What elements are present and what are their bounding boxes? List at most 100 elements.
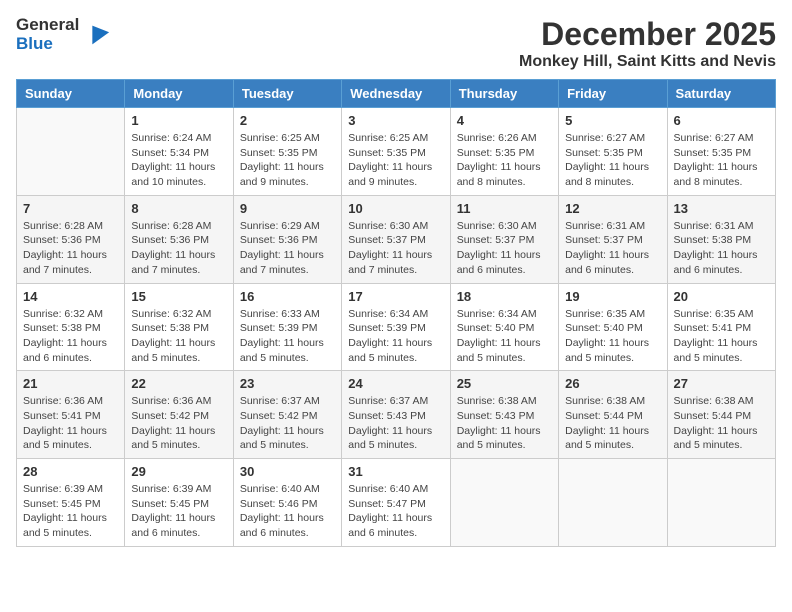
day-number: 16 bbox=[240, 289, 335, 304]
day-info: Sunrise: 6:39 AM Sunset: 5:45 PM Dayligh… bbox=[23, 482, 118, 541]
day-number: 17 bbox=[348, 289, 443, 304]
calendar-cell: 7 Sunrise: 6:28 AM Sunset: 5:36 PM Daylig… bbox=[17, 195, 125, 283]
day-info: Sunrise: 6:32 AM Sunset: 5:38 PM Dayligh… bbox=[131, 307, 226, 366]
calendar-cell bbox=[450, 459, 558, 547]
calendar-cell: 31Sunrise: 6:40 AM Sunset: 5:47 PM Dayli… bbox=[342, 459, 450, 547]
day-info: Sunrise: 6:35 AM Sunset: 5:41 PM Dayligh… bbox=[674, 307, 769, 366]
calendar-cell: 25 Sunrise: 6:38 AM Sunset: 5:43 PM Dayli… bbox=[450, 371, 558, 459]
day-number: 24 bbox=[348, 376, 443, 391]
day-info: Sunrise: 6:40 AM Sunset: 5:46 PM Dayligh… bbox=[240, 482, 335, 541]
day-number: 18 bbox=[457, 289, 552, 304]
day-number: 10 bbox=[348, 201, 443, 216]
month-title: December 2025 bbox=[519, 16, 776, 53]
logo-general: General bbox=[16, 16, 79, 35]
calendar-cell bbox=[667, 459, 775, 547]
day-info: Sunrise: 6:25 AM Sunset: 5:35 PM Dayligh… bbox=[240, 131, 335, 190]
day-info: Sunrise: 6:28 AM Sunset: 5:36 PM Dayligh… bbox=[23, 219, 118, 278]
logo-blue: Blue bbox=[16, 35, 79, 54]
calendar-week-row: 1 Sunrise: 6:24 AM Sunset: 5:34 PM Daylig… bbox=[17, 108, 776, 196]
day-info: Sunrise: 6:38 AM Sunset: 5:44 PM Dayligh… bbox=[565, 394, 660, 453]
calendar-cell: 26 Sunrise: 6:38 AM Sunset: 5:44 PM Dayli… bbox=[559, 371, 667, 459]
calendar-cell: 13 Sunrise: 6:31 AM Sunset: 5:38 PM Dayli… bbox=[667, 195, 775, 283]
day-number: 12 bbox=[565, 201, 660, 216]
day-info: Sunrise: 6:29 AM Sunset: 5:36 PM Dayligh… bbox=[240, 219, 335, 278]
calendar-cell: 23 Sunrise: 6:37 AM Sunset: 5:42 PM Dayli… bbox=[233, 371, 341, 459]
day-info: Sunrise: 6:34 AM Sunset: 5:40 PM Dayligh… bbox=[457, 307, 552, 366]
calendar-cell: 3 Sunrise: 6:25 AM Sunset: 5:35 PM Daylig… bbox=[342, 108, 450, 196]
day-number: 26 bbox=[565, 376, 660, 391]
calendar-cell: 29Sunrise: 6:39 AM Sunset: 5:45 PM Dayli… bbox=[125, 459, 233, 547]
day-info: Sunrise: 6:27 AM Sunset: 5:35 PM Dayligh… bbox=[674, 131, 769, 190]
day-number: 7 bbox=[23, 201, 118, 216]
calendar-cell: 30 Sunrise: 6:40 AM Sunset: 5:46 PM Dayli… bbox=[233, 459, 341, 547]
day-info: Sunrise: 6:30 AM Sunset: 5:37 PM Dayligh… bbox=[457, 219, 552, 278]
calendar-cell: 2 Sunrise: 6:25 AM Sunset: 5:35 PM Daylig… bbox=[233, 108, 341, 196]
calendar-cell: 1 Sunrise: 6:24 AM Sunset: 5:34 PM Daylig… bbox=[125, 108, 233, 196]
calendar-cell: 18 Sunrise: 6:34 AM Sunset: 5:40 PM Dayli… bbox=[450, 283, 558, 371]
day-number: 21 bbox=[23, 376, 118, 391]
day-number: 23 bbox=[240, 376, 335, 391]
calendar-cell: 12 Sunrise: 6:31 AM Sunset: 5:37 PM Dayli… bbox=[559, 195, 667, 283]
day-number: 15 bbox=[131, 289, 226, 304]
calendar-cell: 24 Sunrise: 6:37 AM Sunset: 5:43 PM Dayli… bbox=[342, 371, 450, 459]
header-saturday: Saturday bbox=[667, 80, 775, 108]
logo: General Blue bbox=[16, 16, 111, 53]
day-info: Sunrise: 6:37 AM Sunset: 5:43 PM Dayligh… bbox=[348, 394, 443, 453]
day-number: 22 bbox=[131, 376, 226, 391]
day-number: 4 bbox=[457, 113, 552, 128]
day-number: 8 bbox=[131, 201, 226, 216]
day-number: 25 bbox=[457, 376, 552, 391]
title-area: December 2025 Monkey Hill, Saint Kitts a… bbox=[519, 16, 776, 71]
day-number: 9 bbox=[240, 201, 335, 216]
calendar-table: SundayMondayTuesdayWednesdayThursdayFrid… bbox=[16, 79, 776, 547]
day-info: Sunrise: 6:38 AM Sunset: 5:43 PM Dayligh… bbox=[457, 394, 552, 453]
calendar-cell: 9 Sunrise: 6:29 AM Sunset: 5:36 PM Daylig… bbox=[233, 195, 341, 283]
day-number: 3 bbox=[348, 113, 443, 128]
calendar-cell: 20 Sunrise: 6:35 AM Sunset: 5:41 PM Dayli… bbox=[667, 283, 775, 371]
day-number: 5 bbox=[565, 113, 660, 128]
day-info: Sunrise: 6:39 AM Sunset: 5:45 PM Dayligh… bbox=[131, 482, 226, 541]
header-wednesday: Wednesday bbox=[342, 80, 450, 108]
page-header: General Blue December 2025 Monkey Hill, … bbox=[16, 16, 776, 71]
calendar-cell: 19Sunrise: 6:35 AM Sunset: 5:40 PM Dayli… bbox=[559, 283, 667, 371]
calendar-cell: 22 Sunrise: 6:36 AM Sunset: 5:42 PM Dayli… bbox=[125, 371, 233, 459]
calendar-cell: 17Sunrise: 6:34 AM Sunset: 5:39 PM Dayli… bbox=[342, 283, 450, 371]
day-info: Sunrise: 6:36 AM Sunset: 5:42 PM Dayligh… bbox=[131, 394, 226, 453]
header-tuesday: Tuesday bbox=[233, 80, 341, 108]
day-number: 27 bbox=[674, 376, 769, 391]
day-info: Sunrise: 6:37 AM Sunset: 5:42 PM Dayligh… bbox=[240, 394, 335, 453]
header-sunday: Sunday bbox=[17, 80, 125, 108]
logo-icon bbox=[83, 21, 111, 49]
calendar-cell: 11Sunrise: 6:30 AM Sunset: 5:37 PM Dayli… bbox=[450, 195, 558, 283]
day-number: 30 bbox=[240, 464, 335, 479]
day-number: 19 bbox=[565, 289, 660, 304]
calendar-week-row: 14 Sunrise: 6:32 AM Sunset: 5:38 PM Dayli… bbox=[17, 283, 776, 371]
calendar-cell: 4Sunrise: 6:26 AM Sunset: 5:35 PM Daylig… bbox=[450, 108, 558, 196]
day-info: Sunrise: 6:30 AM Sunset: 5:37 PM Dayligh… bbox=[348, 219, 443, 278]
calendar-cell: 27Sunrise: 6:38 AM Sunset: 5:44 PM Dayli… bbox=[667, 371, 775, 459]
day-number: 6 bbox=[674, 113, 769, 128]
day-number: 2 bbox=[240, 113, 335, 128]
day-info: Sunrise: 6:33 AM Sunset: 5:39 PM Dayligh… bbox=[240, 307, 335, 366]
calendar-cell: 28 Sunrise: 6:39 AM Sunset: 5:45 PM Dayli… bbox=[17, 459, 125, 547]
location-title: Monkey Hill, Saint Kitts and Nevis bbox=[519, 53, 776, 71]
day-number: 14 bbox=[23, 289, 118, 304]
header-thursday: Thursday bbox=[450, 80, 558, 108]
day-number: 28 bbox=[23, 464, 118, 479]
calendar-cell: 10 Sunrise: 6:30 AM Sunset: 5:37 PM Dayli… bbox=[342, 195, 450, 283]
day-number: 20 bbox=[674, 289, 769, 304]
calendar-week-row: 21 Sunrise: 6:36 AM Sunset: 5:41 PM Dayli… bbox=[17, 371, 776, 459]
header-monday: Monday bbox=[125, 80, 233, 108]
calendar-cell: 8Sunrise: 6:28 AM Sunset: 5:36 PM Daylig… bbox=[125, 195, 233, 283]
day-info: Sunrise: 6:24 AM Sunset: 5:34 PM Dayligh… bbox=[131, 131, 226, 190]
day-info: Sunrise: 6:31 AM Sunset: 5:38 PM Dayligh… bbox=[674, 219, 769, 278]
day-info: Sunrise: 6:36 AM Sunset: 5:41 PM Dayligh… bbox=[23, 394, 118, 453]
day-number: 13 bbox=[674, 201, 769, 216]
header-friday: Friday bbox=[559, 80, 667, 108]
day-info: Sunrise: 6:32 AM Sunset: 5:38 PM Dayligh… bbox=[23, 307, 118, 366]
calendar-cell: 21 Sunrise: 6:36 AM Sunset: 5:41 PM Dayli… bbox=[17, 371, 125, 459]
calendar-week-row: 7 Sunrise: 6:28 AM Sunset: 5:36 PM Daylig… bbox=[17, 195, 776, 283]
day-info: Sunrise: 6:31 AM Sunset: 5:37 PM Dayligh… bbox=[565, 219, 660, 278]
day-number: 1 bbox=[131, 113, 226, 128]
day-info: Sunrise: 6:25 AM Sunset: 5:35 PM Dayligh… bbox=[348, 131, 443, 190]
